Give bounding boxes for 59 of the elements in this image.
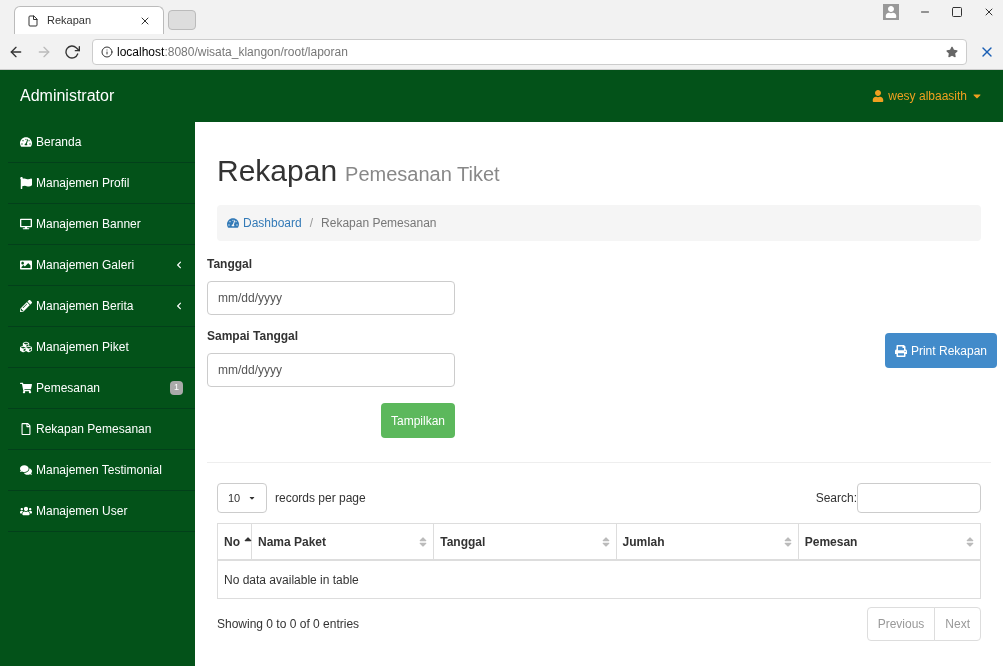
- profile-icon[interactable]: [883, 4, 899, 20]
- search-label: Search:: [815, 490, 857, 507]
- file-icon: [20, 423, 32, 435]
- empty-message: No data available in table: [224, 571, 359, 589]
- gauge-icon: [227, 217, 239, 229]
- pencil-icon: [20, 300, 32, 312]
- sidebar-item[interactable]: Manajemen Berita: [8, 286, 195, 327]
- breadcrumb-current: Rekapan Pemesanan: [321, 215, 437, 232]
- caret-icon: [248, 494, 256, 502]
- address-bar[interactable]: localhost:8080/wisata_klangon/root/laporan: [92, 38, 967, 65]
- sidebar-item[interactable]: Manajemen Profil: [8, 163, 195, 204]
- column-header[interactable]: No: [218, 524, 252, 559]
- breadcrumb-divider: /: [309, 215, 314, 232]
- cubes-icon: [20, 341, 32, 353]
- sidebar-item[interactable]: Manajemen Testimonial: [8, 450, 195, 491]
- sidebar-item[interactable]: Manajemen Galeri: [8, 245, 195, 286]
- cart-icon: [20, 382, 32, 394]
- sidebar-item[interactable]: Manajemen Piket: [8, 327, 195, 368]
- url-text: localhost:8080/wisata_klangon/root/laporan: [117, 43, 349, 61]
- breadcrumb-link[interactable]: Dashboard: [227, 214, 302, 232]
- printer-icon: [894, 344, 907, 357]
- page-title: Rekapan: [217, 153, 338, 189]
- star-icon[interactable]: [946, 45, 958, 58]
- chat-icon: [20, 464, 32, 476]
- sidebar-item[interactable]: Rekapan Pemesanan: [8, 409, 195, 450]
- close-window-icon[interactable]: [983, 6, 995, 18]
- page-icon: [27, 14, 39, 27]
- print-button[interactable]: Print Rekapan: [884, 333, 997, 368]
- field-label: Tanggal: [207, 256, 254, 273]
- column-header[interactable]: Pemesan: [798, 524, 980, 559]
- tab-title: Rekapan: [47, 13, 93, 29]
- user-icon: [872, 90, 885, 102]
- info-icon[interactable]: [101, 45, 113, 58]
- entries-info: Showing 0 to 0 of 0 entries: [217, 616, 360, 633]
- image-icon: [20, 259, 32, 271]
- count-badge: 1: [170, 381, 183, 395]
- date-input[interactable]: mm/dd/yyyy: [207, 353, 455, 387]
- column-header[interactable]: Tanggal: [434, 524, 617, 559]
- date-input[interactable]: mm/dd/yyyy: [207, 281, 455, 315]
- search-field[interactable]: [857, 483, 981, 513]
- sidebar-item[interactable]: Manajemen User: [8, 491, 195, 532]
- users-icon: [20, 505, 32, 517]
- column-header[interactable]: Jumlah: [616, 524, 799, 559]
- brand-title[interactable]: Administrator: [20, 84, 115, 108]
- page-size-select[interactable]: 10: [217, 483, 267, 513]
- page-subtitle: Pemesanan Tiket: [345, 162, 500, 187]
- sidebar-item[interactable]: Manajemen Banner: [8, 204, 195, 245]
- gauge-icon: [20, 136, 32, 148]
- sidebar-item[interactable]: Beranda: [8, 122, 195, 163]
- sidebar-item[interactable]: Pemesanan 1: [8, 368, 195, 409]
- user-menu[interactable]: wesy albaasith: [872, 87, 983, 105]
- reload-icon[interactable]: [64, 43, 80, 60]
- flag-icon: [20, 177, 32, 189]
- browser-tab[interactable]: Rekapan: [14, 6, 164, 34]
- field-label: Sampai Tanggal: [207, 328, 300, 345]
- column-header[interactable]: Nama Paket: [252, 524, 435, 559]
- page-size-label: records per page: [275, 490, 366, 507]
- monitor-icon: [20, 218, 32, 230]
- restore-icon[interactable]: [951, 6, 963, 18]
